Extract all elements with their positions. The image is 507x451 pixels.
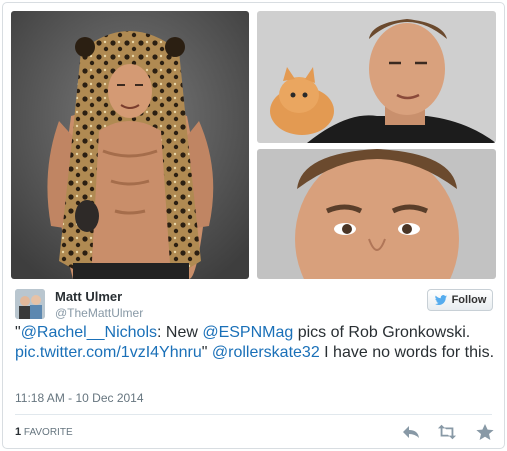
favorites-label: FAVORITE [23, 427, 73, 438]
timestamp[interactable]: 11:18 AM - 10 Dec 2014 [15, 391, 144, 405]
quote-close: " [201, 344, 212, 361]
pic-link[interactable]: pic.twitter.com/1vzI4Yhnru [15, 344, 202, 361]
author-name[interactable]: Matt Ulmer [55, 289, 122, 304]
favorites-stat[interactable]: 1 FAVORITE [15, 426, 73, 438]
photo-leopard-hat[interactable] [11, 11, 249, 279]
tweet-text-part: : New [157, 324, 203, 341]
tweet-text-part: I have no words for this. [319, 344, 495, 361]
follow-label: Follow [451, 294, 487, 306]
author-handle[interactable]: @TheMattUlmer [55, 306, 143, 320]
retweet-icon[interactable] [437, 423, 457, 441]
photo-kitten[interactable] [257, 11, 496, 143]
media-grid [11, 11, 496, 279]
divider [15, 414, 492, 415]
mention-rachel-nichols[interactable]: @Rachel__Nichols [21, 324, 157, 341]
reply-icon[interactable] [401, 423, 421, 441]
photo-face-closeup[interactable] [257, 149, 496, 279]
mention-rollerskate32[interactable]: @rollerskate32 [212, 344, 320, 361]
star-icon[interactable] [475, 423, 495, 441]
tweet-text-part: pics of Rob Gronkowski. [293, 324, 471, 341]
tweet-card: Matt Ulmer @TheMattUlmer Follow " @Rachel… [2, 2, 505, 449]
follow-button[interactable]: Follow [427, 289, 493, 311]
bird-icon [434, 294, 447, 305]
tweet-text: " @Rachel__Nichols: New @ESPNMag pics of … [15, 323, 495, 363]
mention-espnmag[interactable]: @ESPNMag [202, 324, 293, 341]
favorites-count: 1 [15, 426, 22, 438]
avatar[interactable] [15, 289, 45, 319]
